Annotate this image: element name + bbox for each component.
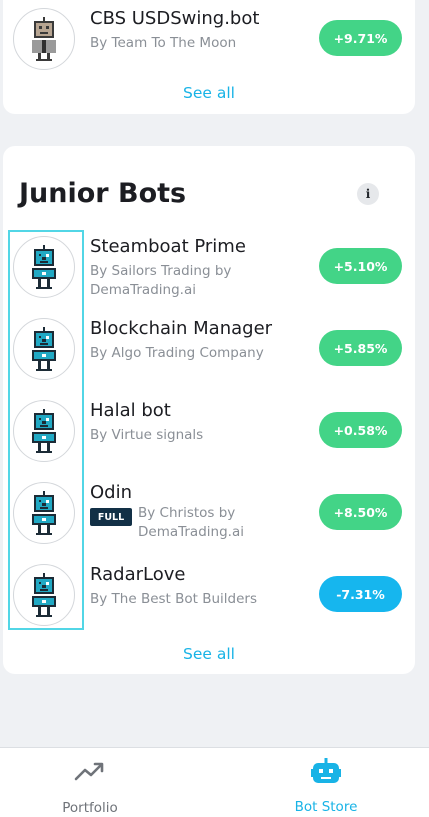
bottom-tab-bar: Portfolio Bot Store bbox=[0, 747, 429, 817]
bot-name: CBS USDSwing.bot bbox=[90, 8, 260, 29]
top-bots-card: CBS USDSwing.bot By Team To The Moon +9.… bbox=[3, 0, 415, 114]
performance-badge: -7.31% bbox=[319, 576, 402, 612]
bot-author: By The Best Bot Builders bbox=[90, 591, 258, 607]
performance-badge: +8.50% bbox=[319, 494, 402, 530]
tab-label: Bot Store bbox=[294, 799, 358, 815]
trend-line-icon bbox=[74, 762, 104, 781]
grey-robot-icon bbox=[13, 8, 75, 70]
bot-name: RadarLove bbox=[90, 564, 186, 585]
full-badge: FULL bbox=[90, 508, 132, 526]
tab-label: Portfolio bbox=[62, 800, 118, 816]
bot-author: By Christos by DemaTrading.ai bbox=[138, 504, 244, 542]
junior-bots-card: Junior Bots i Steamboat Prime By Sailors… bbox=[3, 146, 415, 674]
tab-bot-store[interactable]: Bot Store bbox=[246, 748, 406, 817]
bot-author: By Team To The Moon bbox=[90, 35, 237, 51]
bot-name: Blockchain Manager bbox=[90, 318, 273, 339]
section-title: Junior Bots bbox=[19, 178, 187, 209]
see-all-link[interactable]: See all bbox=[3, 84, 415, 102]
bot-author-line2: DemaTrading.ai bbox=[90, 282, 196, 298]
bot-author: By Sailors Trading by DemaTrading.ai bbox=[90, 262, 231, 300]
bot-author: By Algo Trading Company bbox=[90, 345, 264, 361]
performance-badge: +0.58% bbox=[319, 412, 402, 448]
performance-badge: +9.71% bbox=[319, 20, 402, 56]
bot-name: Odin bbox=[90, 482, 133, 503]
bot-author-line1: By Sailors Trading by bbox=[90, 263, 232, 279]
bot-row[interactable]: CBS USDSwing.bot By Team To The Moon +9.… bbox=[3, 3, 415, 75]
see-all-link[interactable]: See all bbox=[3, 645, 415, 663]
tab-portfolio[interactable]: Portfolio bbox=[10, 748, 170, 817]
info-icon[interactable]: i bbox=[357, 183, 379, 205]
bot-name: Halal bot bbox=[90, 400, 171, 421]
bot-author-line1: By Christos by bbox=[138, 505, 236, 521]
avatar-selection-outline bbox=[8, 230, 84, 630]
performance-badge: +5.10% bbox=[319, 248, 402, 284]
bot-author: By Virtue signals bbox=[90, 427, 204, 443]
performance-badge: +5.85% bbox=[319, 330, 402, 366]
bot-author-line2: DemaTrading.ai bbox=[138, 524, 244, 540]
bot-name: Steamboat Prime bbox=[90, 236, 246, 257]
robot-icon bbox=[311, 758, 341, 783]
